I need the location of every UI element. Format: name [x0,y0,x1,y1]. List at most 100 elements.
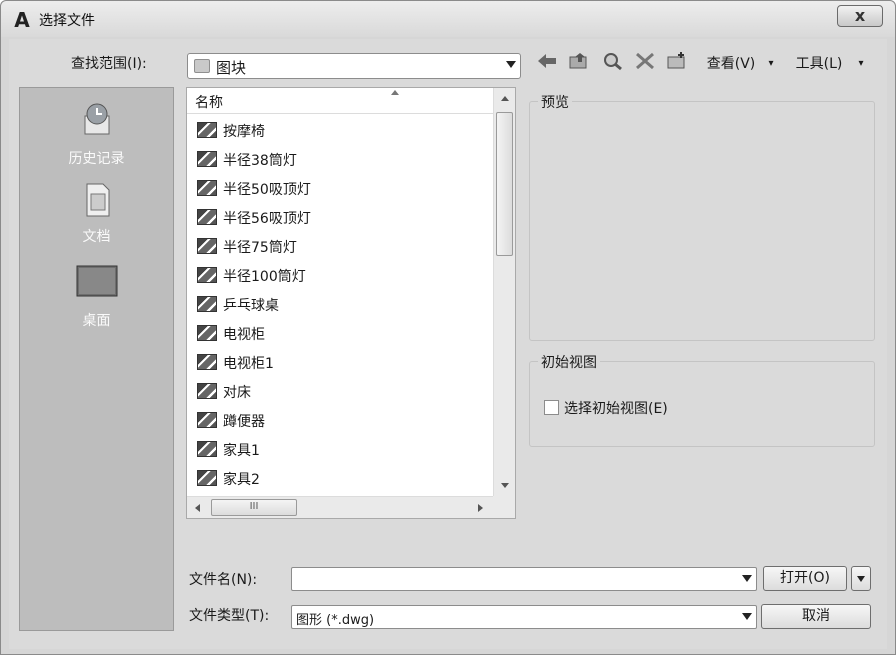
block-file-icon [197,209,217,225]
file-rows: 按摩椅半径38筒灯 半径50吸顶灯 半径56吸顶灯 半径75筒灯 半径100筒灯 乒乓球桌… [187,116,493,496]
vertical-scroll-thumb[interactable] [496,112,513,256]
open-options-button[interactable] [851,566,871,591]
chevron-down-icon [857,576,865,582]
title-bar: A 选择文件 x [1,1,895,37]
list-item-label: 半径38筒灯 [223,153,297,169]
list-item[interactable]: 乒乓球桌 [187,290,493,318]
history-icon [84,103,109,135]
folder-icon [194,59,210,73]
list-item[interactable]: 电视柜 [187,319,493,347]
places-item-label: 历史记录 [68,151,125,167]
list-item-label: 家具1 [223,443,260,459]
initial-view-checkbox-label[interactable]: 选择初始视图(E) [564,398,668,418]
places-bar: 历史记录 文档 桌面 [19,87,174,631]
tools-menu-button[interactable]: 工具(L) [787,51,851,77]
list-item[interactable]: 电视柜1 [187,348,493,376]
preview-group: 预览 [529,92,875,341]
places-item-label: 文档 [82,229,111,245]
select-file-dialog: A 选择文件 x 查找范围(I): 图块 查看(V) ▾ 工具(L) ▾ 历史记… [0,0,896,655]
filename-input[interactable] [291,567,757,591]
scroll-left-icon[interactable] [195,504,200,512]
list-item[interactable]: 半径75筒灯 [187,232,493,260]
filetype-label: 文件类型(T): [189,608,270,624]
places-item-documents[interactable]: 文档 [20,180,173,262]
places-item-history[interactable]: 历史记录 [20,96,173,178]
block-file-icon [197,383,217,399]
list-item[interactable]: 家具1 [187,435,493,463]
block-file-icon [197,122,217,138]
documents-icon [86,183,109,217]
list-item-label: 半径100筒灯 [223,269,306,285]
scroll-down-icon[interactable] [501,483,509,488]
initial-view-title: 初始视图 [538,352,600,372]
chevron-down-icon[interactable] [742,613,752,620]
view-menu-button[interactable]: 查看(V) [699,51,763,77]
initial-view-checkbox[interactable] [544,400,559,415]
sort-ascending-icon [391,90,399,95]
places-item-label: 桌面 [82,313,111,329]
file-list[interactable]: 名称 按摩椅半径38筒灯 半径50吸顶灯 半径56吸顶灯 半径75筒灯 半径100筒灯乒… [186,87,516,519]
scroll-corner [493,496,515,518]
block-file-icon [197,267,217,283]
filetype-value: 图形 (*.dwg) [296,613,375,628]
lookin-value: 图块 [216,59,247,77]
lookin-label: 查找范围(I): [71,56,147,72]
block-file-icon [197,325,217,341]
list-item-label: 电视柜1 [223,356,274,372]
list-item[interactable]: 半径38筒灯 [187,145,493,173]
arrow-left-icon[interactable] [535,51,559,77]
list-item[interactable]: 蹲便器 [187,406,493,434]
initial-view-group: 初始视图 选择初始视图(E) [529,352,875,447]
delete-x-icon[interactable] [633,51,657,77]
new-folder-icon[interactable] [665,51,689,77]
list-item[interactable]: 按摩椅 [187,116,493,144]
horizontal-scroll-thumb[interactable]: III [211,499,297,516]
chevron-down-icon[interactable] [506,61,516,68]
block-file-icon [197,354,217,370]
places-item-desktop[interactable]: 桌面 [20,264,173,346]
block-file-icon [197,296,217,312]
search-web-icon[interactable] [601,51,625,77]
horizontal-scrollbar[interactable]: III [187,496,493,518]
view-menu-chevron-icon[interactable]: ▾ [767,51,775,77]
close-button[interactable]: x [837,5,883,27]
list-item[interactable]: 家具2 [187,464,493,492]
scroll-up-icon[interactable] [501,96,509,101]
list-item-label: 半径50吸顶灯 [223,182,311,198]
column-header-name: 名称 [195,95,223,111]
block-file-icon [197,470,217,486]
cancel-button[interactable]: 取消 [761,604,871,629]
list-item-label: 电视柜 [223,327,265,343]
filename-label: 文件名(N): [189,572,258,588]
lookin-combo[interactable]: 图块 [187,53,521,79]
tools-menu-chevron-icon[interactable]: ▾ [857,51,865,77]
list-item-label: 对床 [223,385,251,401]
list-header-name[interactable]: 名称 [187,88,493,114]
folder-up-icon[interactable] [567,51,591,77]
chevron-down-icon[interactable] [742,575,752,582]
block-file-icon [197,412,217,428]
block-file-icon [197,180,217,196]
list-item[interactable]: 半径50吸顶灯 [187,174,493,202]
block-file-icon [197,151,217,167]
vertical-scrollbar[interactable] [493,88,515,496]
list-item-label: 半径56吸顶灯 [223,211,311,227]
list-item-label: 家具2 [223,472,260,488]
filetype-select[interactable]: 图形 (*.dwg) [291,605,757,629]
list-item-label: 蹲便器 [223,414,265,430]
open-button[interactable]: 打开(O) [763,566,847,591]
desktop-icon [76,265,117,297]
preview-title: 预览 [538,92,572,112]
autocad-icon: A [14,8,30,32]
block-file-icon [197,238,217,254]
block-file-icon [197,441,217,457]
list-item-label: 半径75筒灯 [223,240,297,256]
dialog-body: 查找范围(I): 图块 查看(V) ▾ 工具(L) ▾ 历史记录 文档 桌面 名… [9,39,887,649]
window-title: 选择文件 [39,13,95,29]
list-item[interactable]: 对床 [187,377,493,405]
list-item-label: 按摩椅 [223,124,265,140]
list-item[interactable]: 半径100筒灯 [187,261,493,289]
scroll-right-icon[interactable] [478,504,483,512]
list-item-label: 乒乓球桌 [223,298,279,314]
list-item[interactable]: 半径56吸顶灯 [187,203,493,231]
